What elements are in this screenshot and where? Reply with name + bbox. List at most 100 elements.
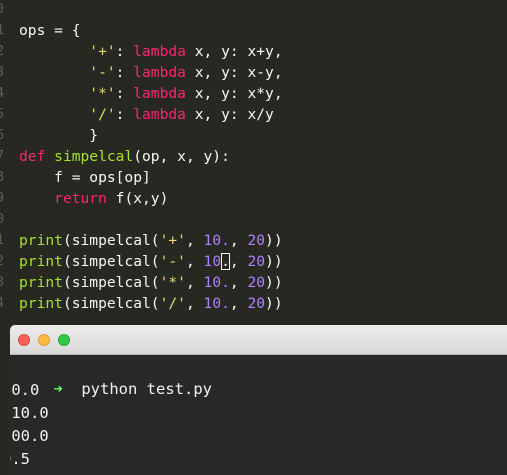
code-token: '-': [89, 64, 116, 81]
terminal-output-line: -10.0: [10, 404, 49, 422]
code-text: print(simpelcal('*', 10., 20)): [19, 272, 283, 293]
code-token: )): [265, 253, 283, 270]
code-token: :: [115, 106, 134, 123]
code-token: 20: [247, 274, 266, 291]
code-text: }: [19, 125, 98, 146]
line-number: 6: [0, 127, 5, 143]
code-token: 20: [247, 253, 266, 270]
code-line: 6 }: [0, 125, 507, 146]
code-line: 9 return f(x,y): [0, 188, 507, 209]
code-text: '+': lambda x, y: x+y,: [19, 41, 283, 62]
code-token: ,: [229, 295, 248, 312]
line-number: 0: [0, 1, 5, 17]
code-token: print: [19, 232, 63, 249]
terminal-command: python test.py: [62, 380, 212, 398]
code-token: 10.: [203, 295, 230, 312]
code-token: ,: [185, 232, 204, 249]
code-text: return f(x,y): [19, 188, 168, 209]
code-token: print: [19, 253, 63, 270]
code-token: '*': [89, 85, 116, 102]
code-token: f = ops[op]: [19, 169, 151, 186]
code-token: 10.: [203, 274, 230, 291]
code-line: 8 f = ops[op]: [0, 167, 507, 188]
terminal-titlebar: [10, 325, 507, 355]
right-arrow-icon: ➜: [53, 380, 63, 398]
code-token: x, y: x+y,: [185, 43, 283, 60]
code-line: 1 print(simpelcal('+', 10., 20)): [0, 230, 507, 251]
code-token: ,: [185, 253, 204, 270]
code-token: }: [19, 127, 99, 144]
code-token: '+': [89, 43, 116, 60]
code-token: x, y: x-y,: [185, 64, 283, 81]
code-text: print(simpelcal('/', 10., 20)): [19, 293, 283, 314]
code-line: 3 '-': lambda x, y: x-y,: [0, 62, 507, 83]
code-token: 20: [247, 232, 266, 249]
code-line: 1 ops = {: [0, 20, 507, 41]
code-token: (simpelcal(: [62, 274, 160, 291]
line-number: 4: [0, 295, 5, 311]
code-token: )): [265, 232, 283, 249]
code-text: ops = {: [19, 20, 81, 41]
terminal-prompt-line: ➜ python test.py: [16, 356, 212, 398]
code-token: ,: [185, 295, 204, 312]
text-cursor: .: [221, 253, 230, 270]
line-number: 3: [0, 274, 5, 290]
code-token: lambda: [133, 43, 186, 60]
code-token: ,: [229, 274, 248, 291]
code-token: '+': [159, 232, 186, 249]
terminal-output-line: 200.0: [10, 427, 49, 445]
code-token: :: [115, 64, 134, 81]
code-token: simpelcal: [54, 148, 134, 165]
line-number: 1: [0, 22, 5, 38]
code-token: ,: [185, 274, 204, 291]
code-line: 5 '/': lambda x, y: x/y: [0, 104, 507, 125]
code-token: (simpelcal(: [62, 295, 160, 312]
line-number: 5: [0, 106, 5, 122]
code-text: '/': lambda x, y: x/y: [19, 104, 274, 125]
code-token: :: [115, 85, 134, 102]
code-token: ops = {: [19, 22, 81, 39]
terminal-window[interactable]: ➜ python test.py 30.0 -10.0 200.0 0.5: [10, 325, 507, 475]
code-text: def simpelcal(op, x, y):: [19, 146, 230, 167]
code-text: print(simpelcal('-', 10., 20)): [19, 251, 283, 272]
code-token: '/': [159, 295, 186, 312]
minimize-window-button[interactable]: [38, 334, 50, 346]
code-token: x, y: x*y,: [185, 85, 283, 102]
code-text: '-': lambda x, y: x-y,: [19, 62, 283, 83]
code-token: x, y: x/y: [185, 106, 274, 123]
code-token: ,: [229, 232, 248, 249]
code-line: 4 '*': lambda x, y: x*y,: [0, 83, 507, 104]
code-token: )): [265, 295, 283, 312]
line-number: 0: [0, 211, 5, 227]
code-token: '/': [89, 106, 116, 123]
code-token: (op, x, y):: [133, 148, 230, 165]
code-token: 10.: [203, 232, 230, 249]
code-line: 7 def simpelcal(op, x, y):: [0, 146, 507, 167]
code-token: ,: [229, 253, 248, 270]
code-token: def: [19, 148, 46, 165]
code-token: 10: [203, 253, 222, 270]
code-token: print: [19, 274, 63, 291]
code-line: 4 print(simpelcal('/', 10., 20)): [0, 293, 507, 314]
code-token: (simpelcal(: [62, 232, 160, 249]
terminal-output-line: 0.5: [10, 450, 30, 468]
line-number: 2: [0, 43, 5, 59]
code-editor[interactable]: 0 1 ops = {2 '+': lambda x, y: x+y, 3 '-': …: [0, 0, 507, 322]
code-line: 2 '+': lambda x, y: x+y,: [0, 41, 507, 62]
code-token: return: [54, 190, 107, 207]
code-line: 3 print(simpelcal('*', 10., 20)): [0, 272, 507, 293]
code-token: print: [19, 295, 63, 312]
line-number: 1: [0, 232, 5, 248]
line-number: 3: [0, 64, 5, 80]
zoom-window-button[interactable]: [58, 334, 70, 346]
line-number: 8: [0, 169, 5, 185]
code-token: lambda: [133, 106, 186, 123]
code-line: 0: [0, 0, 507, 20]
close-window-button[interactable]: [18, 334, 30, 346]
code-token: )): [265, 274, 283, 291]
